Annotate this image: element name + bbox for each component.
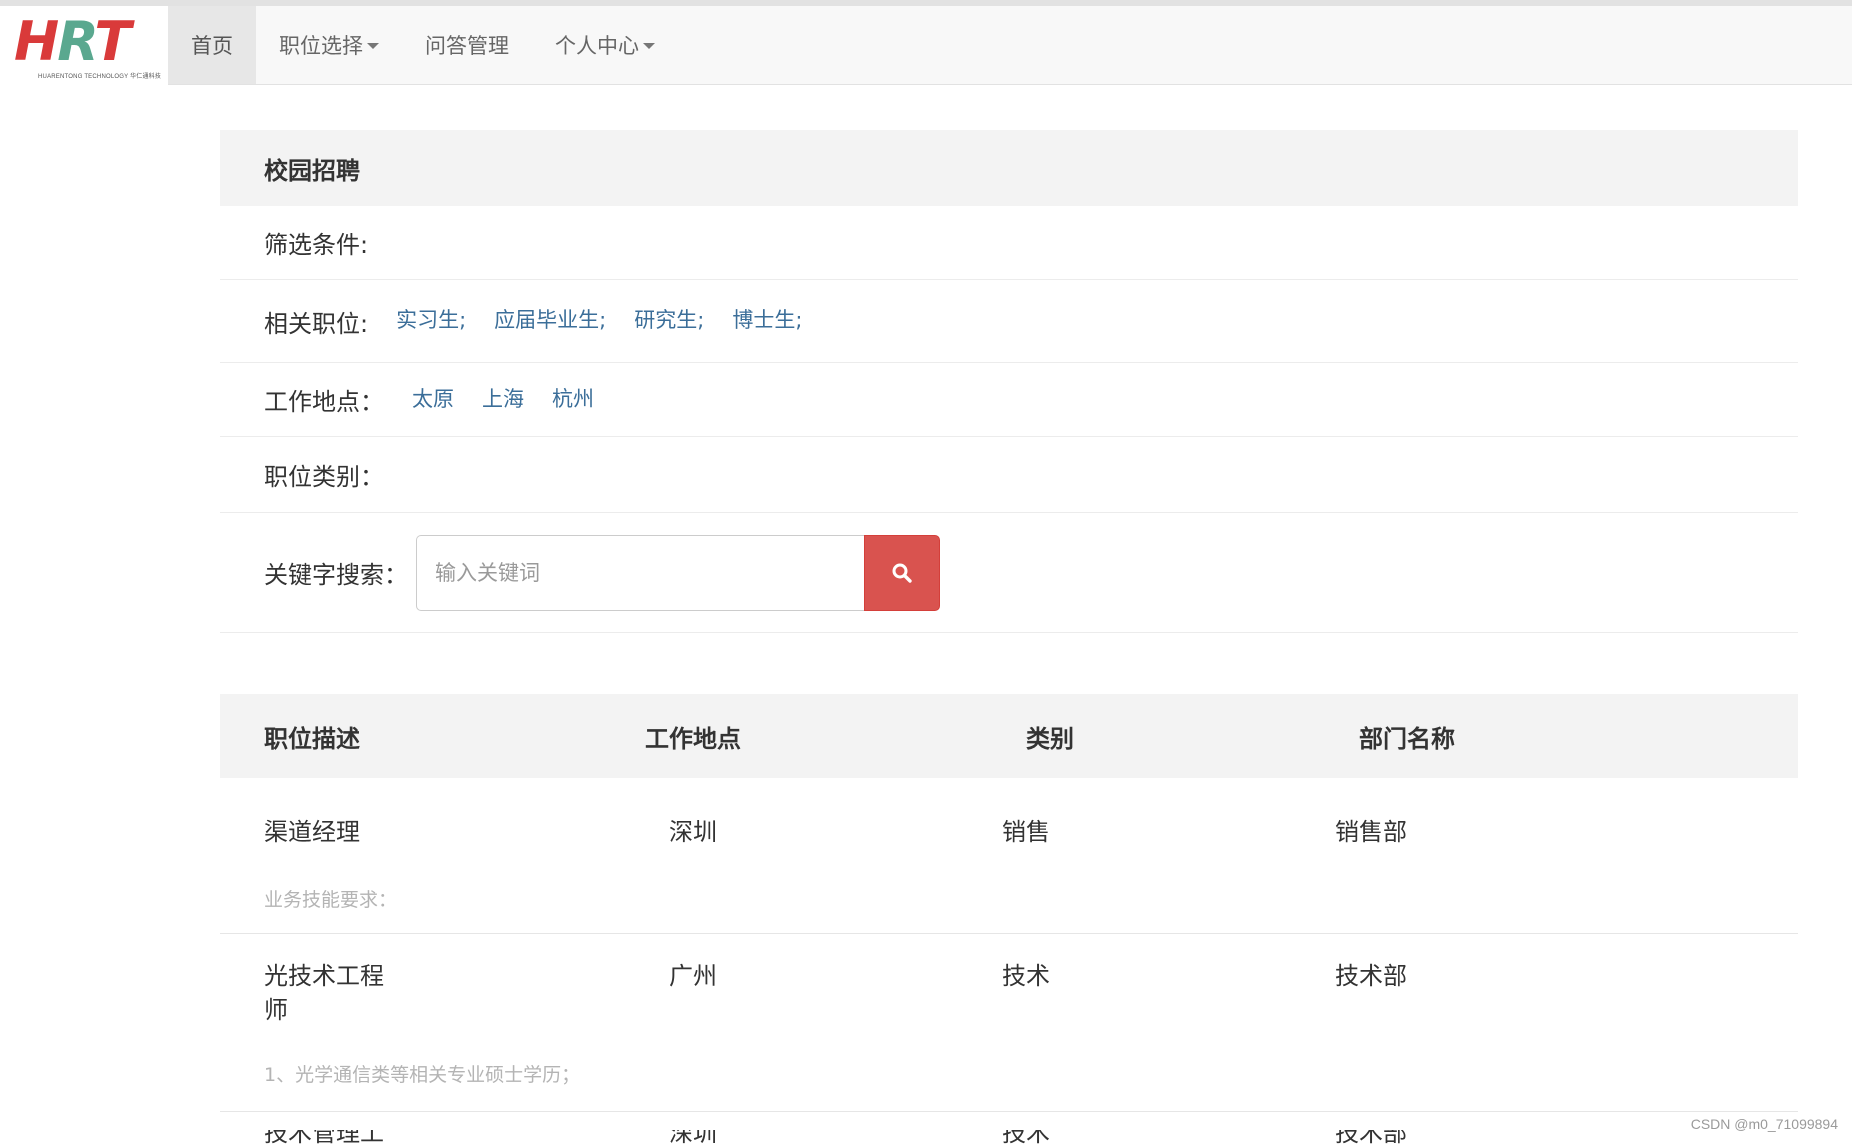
brand-logo[interactable]: HRT HUARENTONG TECHNOLOGY 华仁通科技 <box>0 6 168 85</box>
filter-conditions-row: 筛选条件: <box>220 206 1798 280</box>
job-category: 销售 <box>1002 818 1050 846</box>
logo-subtitle: HUARENTONG TECHNOLOGY 华仁通科技 <box>38 73 162 80</box>
job-name-line1[interactable]: 光技术工程 <box>264 959 384 993</box>
job-department: 技术部 <box>1335 962 1407 990</box>
panel-title: 校园招聘 <box>264 156 360 185</box>
job-name[interactable]: 技术管理工 <box>264 1130 384 1144</box>
search-group <box>416 534 940 611</box>
related-option-graduate[interactable]: 应届毕业生; <box>494 304 606 334</box>
keyword-search-row: 关键字搜索： <box>220 513 1798 633</box>
related-options: 实习生; 应届毕业生; 研究生; 博士生; <box>396 304 830 334</box>
location-option-taiyuan[interactable]: 太原 <box>412 383 454 413</box>
job-department: 技术部 <box>1335 1130 1407 1144</box>
job-location: 深圳 <box>669 818 717 846</box>
related-position-row: 相关职位: 实习生; 应届毕业生; 研究生; 博士生; <box>220 280 1798 363</box>
location-option-shanghai[interactable]: 上海 <box>482 383 524 413</box>
row-divider <box>220 933 1798 934</box>
header-category: 类别 <box>1026 724 1074 753</box>
job-location: 深圳 <box>669 1130 717 1144</box>
related-option-phd[interactable]: 博士生; <box>732 304 802 334</box>
caret-down-icon <box>367 43 379 49</box>
nav-positions-dropdown[interactable]: 职位选择 <box>256 6 402 84</box>
row-divider <box>220 1111 1798 1112</box>
location-row: 工作地点： 太原 上海 杭州 <box>220 363 1798 437</box>
table-row[interactable]: 技术管理工 深圳 技术 技术部 <box>0 1130 1852 1144</box>
job-name[interactable]: 渠道经理 <box>264 815 360 849</box>
logo-text: HRT <box>14 9 131 73</box>
category-row: 职位类别： <box>220 437 1798 513</box>
nav-menu: 首页 职位选择 问答管理 个人中心 <box>168 6 678 84</box>
top-navbar: HRT HUARENTONG TECHNOLOGY 华仁通科技 首页 职位选择 … <box>0 0 1852 85</box>
header-description: 职位描述 <box>264 724 360 753</box>
job-description: 1、光学通信类等相关专业硕士学历； <box>264 1064 581 1086</box>
caret-down-icon <box>643 43 655 49</box>
location-label: 工作地点： <box>264 388 384 416</box>
header-location: 工作地点 <box>645 724 741 753</box>
job-table-header: 职位描述 工作地点 类别 部门名称 <box>220 694 1798 778</box>
job-description: 业务技能要求： <box>264 889 398 911</box>
nav-profile-label: 个人中心 <box>555 34 639 58</box>
location-option-hangzhou[interactable]: 杭州 <box>552 383 594 413</box>
job-department: 销售部 <box>1335 818 1407 846</box>
header-department: 部门名称 <box>1359 724 1455 753</box>
job-name-line2[interactable]: 师 <box>264 993 288 1027</box>
conditions-label: 筛选条件: <box>264 231 369 259</box>
job-category: 技术 <box>1002 962 1050 990</box>
nav-qa[interactable]: 问答管理 <box>402 6 532 84</box>
job-category: 技术 <box>1002 1130 1050 1144</box>
related-option-intern[interactable]: 实习生; <box>396 304 466 334</box>
search-icon <box>892 563 912 583</box>
keyword-search-input[interactable] <box>416 534 864 611</box>
related-label: 相关职位: <box>264 309 369 338</box>
watermark: CSDN @m0_71099894 <box>1690 1116 1838 1132</box>
nav-home[interactable]: 首页 <box>168 6 256 84</box>
keyword-label: 关键字搜索： <box>264 561 408 589</box>
logo-mark: HRT HUARENTONG TECHNOLOGY 华仁通科技 <box>10 9 162 81</box>
filter-panel-header: 校园招聘 <box>220 130 1798 206</box>
nav-profile-dropdown[interactable]: 个人中心 <box>532 6 678 84</box>
location-options: 太原 上海 杭州 <box>412 383 622 413</box>
job-location: 广州 <box>669 962 717 990</box>
related-option-master[interactable]: 研究生; <box>634 304 704 334</box>
nav-positions-label: 职位选择 <box>279 34 363 58</box>
search-button[interactable] <box>864 534 940 611</box>
category-label: 职位类别： <box>264 463 384 491</box>
